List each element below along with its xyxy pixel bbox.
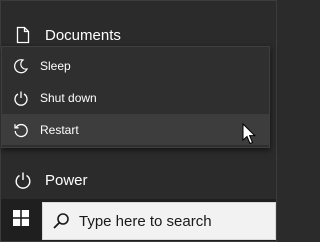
power-icon — [1, 171, 45, 189]
power-flyout: Sleep Shut down Restart — [1, 46, 270, 148]
restart-option[interactable]: Restart — [2, 114, 269, 145]
documents-label: Documents — [45, 26, 121, 44]
shut-down-label: Shut down — [40, 90, 97, 105]
start-menu: Documents Sleep Shut down Restart Power … — [0, 0, 277, 242]
windows-icon — [13, 209, 29, 231]
power-button[interactable]: Power — [1, 167, 276, 193]
sleep-label: Sleep — [40, 58, 71, 73]
moon-icon — [2, 58, 40, 74]
search-placeholder: Type here to search — [79, 212, 212, 230]
documents-item[interactable]: Documents — [1, 23, 276, 47]
mouse-cursor-icon — [242, 122, 257, 145]
restart-icon — [2, 122, 40, 138]
search-box[interactable]: Type here to search — [42, 202, 276, 240]
start-button[interactable] — [1, 199, 41, 241]
power-label: Power — [45, 171, 88, 189]
sleep-option[interactable]: Sleep — [2, 50, 269, 81]
taskbar: Type here to search — [1, 199, 276, 241]
shut-down-option[interactable]: Shut down — [2, 82, 269, 113]
document-icon — [1, 26, 45, 44]
search-icon — [43, 212, 79, 230]
power-icon — [2, 90, 40, 106]
restart-label: Restart — [40, 122, 79, 137]
